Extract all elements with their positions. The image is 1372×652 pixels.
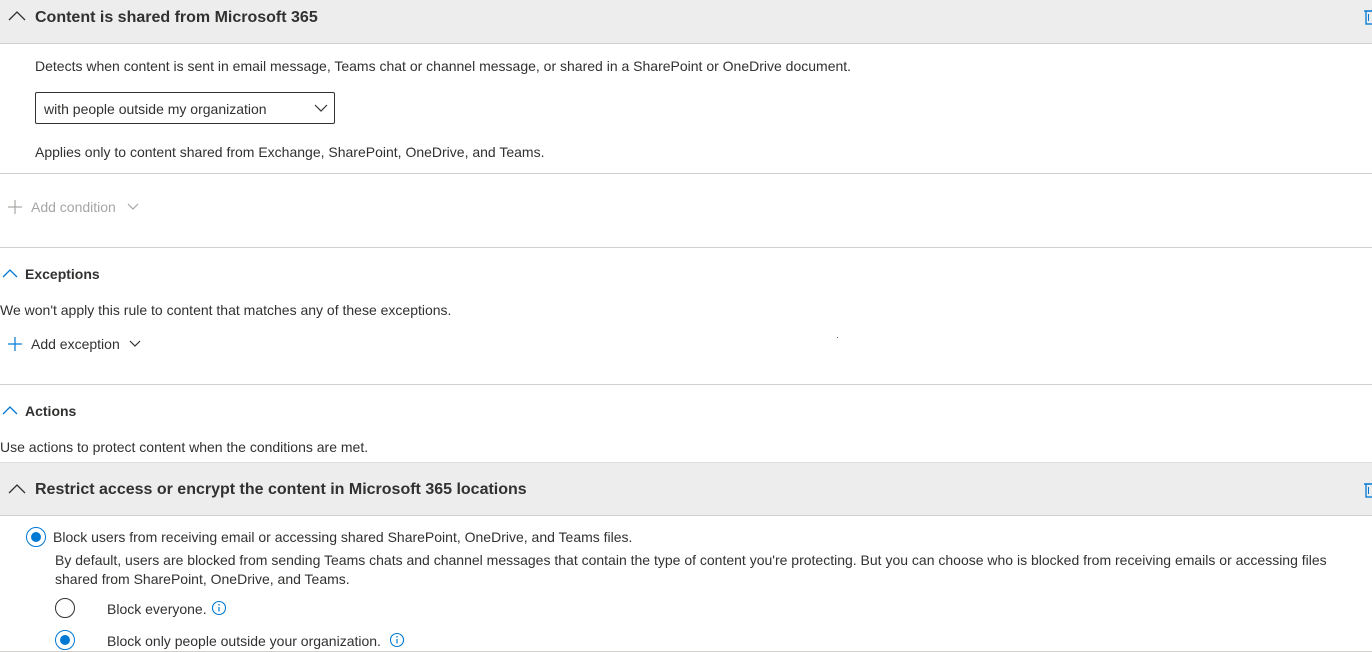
plus-icon bbox=[8, 200, 22, 214]
add-exception-button[interactable]: Add exception bbox=[7, 336, 147, 354]
add-exception-label: Add exception bbox=[31, 336, 120, 352]
block-users-description: By default, users are blocked from sendi… bbox=[55, 552, 1327, 587]
block-outside-org-radio[interactable] bbox=[55, 630, 75, 650]
action-group-header[interactable]: Restrict access or encrypt the content i… bbox=[0, 462, 1372, 516]
chevron-down-icon bbox=[314, 104, 328, 112]
dropdown-value: with people outside my organization bbox=[44, 101, 267, 117]
dlp-rule-editor: Content is shared from Microsoft 365 Det… bbox=[0, 0, 1372, 652]
plus-icon bbox=[8, 337, 22, 351]
condition-description: Detects when content is sent in email me… bbox=[35, 58, 852, 74]
sharing-scope-dropdown[interactable]: with people outside my organization bbox=[35, 92, 335, 124]
chevron-up-icon[interactable] bbox=[8, 10, 26, 22]
divider bbox=[0, 173, 1372, 174]
chevron-up-icon[interactable] bbox=[2, 405, 18, 415]
block-users-radio[interactable] bbox=[26, 527, 46, 547]
chevron-down-icon bbox=[129, 340, 141, 347]
condition-note: Applies only to content shared from Exch… bbox=[35, 144, 545, 160]
actions-description: Use actions to protect content when the … bbox=[0, 439, 369, 455]
condition-group-title: Content is shared from Microsoft 365 bbox=[35, 9, 318, 26]
chevron-down-icon bbox=[127, 203, 139, 210]
exceptions-title: Exceptions bbox=[25, 266, 100, 282]
block-outside-org-label: Block only people outside your organizat… bbox=[107, 633, 381, 649]
chevron-up-icon[interactable] bbox=[8, 483, 26, 495]
chevron-up-icon[interactable] bbox=[2, 268, 18, 278]
exceptions-description: We won't apply this rule to content that… bbox=[0, 302, 452, 318]
add-condition-label: Add condition bbox=[31, 199, 116, 215]
trash-icon[interactable] bbox=[1364, 482, 1372, 498]
info-icon[interactable] bbox=[389, 632, 405, 648]
trash-icon[interactable] bbox=[1364, 9, 1372, 25]
action-group-title: Restrict access or encrypt the content i… bbox=[35, 481, 527, 498]
condition-group-header[interactable]: Content is shared from Microsoft 365 bbox=[0, 0, 1372, 44]
block-everyone-label: Block everyone. bbox=[107, 601, 207, 617]
info-icon[interactable] bbox=[211, 600, 227, 616]
artifact-dot bbox=[837, 337, 838, 338]
divider bbox=[0, 247, 1372, 248]
block-users-label: Block users from receiving email or acce… bbox=[53, 529, 633, 545]
block-everyone-radio[interactable] bbox=[55, 598, 75, 618]
actions-title: Actions bbox=[25, 403, 77, 419]
add-condition-button[interactable]: Add condition bbox=[7, 199, 142, 217]
divider bbox=[0, 384, 1372, 385]
